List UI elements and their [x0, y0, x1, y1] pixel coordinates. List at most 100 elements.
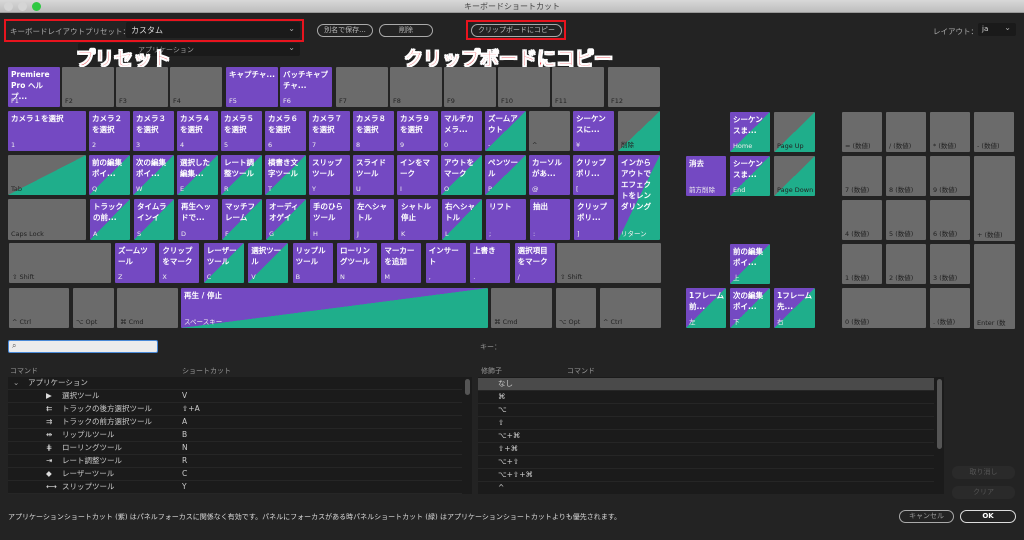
key-⌥-opt[interactable]: ⌥ Opt: [73, 288, 114, 328]
key-f10[interactable]: F10: [498, 67, 550, 107]
key-⌘-cmd[interactable]: ⌘ Cmd: [491, 288, 552, 328]
key-:[interactable]: 抽出:: [530, 199, 570, 240]
key-f6[interactable]: バッチキャプチャ... F6: [280, 67, 332, 107]
key-f4[interactable]: F4: [170, 67, 222, 107]
key-f1[interactable]: Premiere Pro ヘルプ... F1: [8, 67, 60, 107]
key-9-(数値)[interactable]: 9 (数値): [930, 156, 970, 196]
key-i[interactable]: インをマーク I: [397, 155, 438, 195]
key-5-(数値)[interactable]: 5 (数値): [886, 200, 926, 240]
key---(数値)[interactable]: - (数値): [974, 112, 1014, 152]
key-左[interactable]: 1フレーム前... 左: [686, 288, 726, 328]
key-2-(数値)[interactable]: 2 (数値): [886, 244, 926, 284]
key-6[interactable]: カメラ６を選択 6: [265, 111, 306, 151]
scrollbar[interactable]: [937, 379, 942, 449]
group-row-application[interactable]: ⌄ アプリケーション: [8, 377, 462, 390]
key-caps-lock[interactable]: Caps Lock: [8, 199, 86, 240]
key-n[interactable]: ローリングツール N: [337, 243, 377, 283]
key-3[interactable]: カメラ３を選択 3: [133, 111, 174, 151]
command-row[interactable]: ⇇ トラックの後方選択ツール ⇧+A: [8, 403, 462, 416]
key-/[interactable]: 選択項目をマーク /: [514, 243, 555, 283]
key-/-(数値)[interactable]: / (数値): [886, 112, 926, 152]
key-削除[interactable]: 削除: [618, 111, 660, 151]
key-page-down[interactable]: Page Down: [774, 156, 815, 196]
key-f5[interactable]: キャプチャ... F5: [226, 67, 278, 107]
key-.-(数値)[interactable]: . (数値): [930, 288, 970, 328]
copy-to-clipboard-button[interactable]: クリップボードにコピー: [471, 24, 562, 37]
key-f8[interactable]: F8: [390, 67, 442, 107]
key-r[interactable]: レート調整ツール R: [221, 155, 262, 195]
key-y[interactable]: スリップツール Y: [309, 155, 350, 195]
key-m[interactable]: マーカーを追加 M: [381, 243, 422, 283]
key-7[interactable]: カメラ７を選択 7: [309, 111, 350, 151]
command-row[interactable]: ⟷ スリップツール Y: [8, 481, 462, 494]
preset-dropdown[interactable]: カスタム ⌄: [126, 22, 300, 38]
key-q[interactable]: 前の編集ポイ... Q: [89, 155, 130, 195]
key-c[interactable]: レーザーツール C: [203, 243, 244, 283]
key-tab[interactable]: Tab: [8, 155, 86, 195]
key-p[interactable]: ペンツール P: [485, 155, 526, 195]
command-row[interactable]: ◆ レーザーツール C: [8, 468, 462, 481]
key-end[interactable]: シーケンスま... End: [730, 156, 770, 196]
cancel-button[interactable]: キャンセル: [899, 510, 954, 523]
command-row[interactable]: ⇥ レート調整ツール R: [8, 455, 462, 468]
key-e[interactable]: 選択した編集... E: [177, 155, 218, 195]
key-f3[interactable]: F3: [116, 67, 168, 107]
key-1[interactable]: カメラ１を選択 1: [8, 111, 86, 151]
key-スペースキー[interactable]: 再生 / 停止 スペースキー: [181, 288, 488, 328]
key-l[interactable]: 右へシャトル L: [442, 199, 482, 240]
key-f2[interactable]: F2: [62, 67, 114, 107]
command-row[interactable]: ⇉ トラックの前方選択ツール A: [8, 416, 462, 429]
key-a[interactable]: トラックの前... A: [90, 199, 130, 240]
key-@[interactable]: カーソルがあ... @: [529, 155, 570, 195]
key-5[interactable]: カメラ５を選択 5: [221, 111, 262, 151]
key-0[interactable]: マルチカメラ... 0: [441, 111, 482, 151]
modifier-row[interactable]: ⌥+⇧: [478, 456, 934, 469]
key-下[interactable]: 次の編集ポイ... 下: [730, 288, 770, 328]
ok-button[interactable]: OK: [960, 510, 1016, 523]
key-;[interactable]: リフト;: [486, 199, 526, 240]
key-u[interactable]: スライドツール U: [353, 155, 394, 195]
modifier-row[interactable]: ⌥+⌘: [478, 430, 934, 443]
key-f12[interactable]: F12: [608, 67, 660, 107]
modifier-row[interactable]: ⇧+⌘: [478, 443, 934, 456]
key-f9[interactable]: F9: [444, 67, 496, 107]
key-k[interactable]: シャトル停止 K: [398, 199, 438, 240]
save-as-button[interactable]: 別名で保存...: [317, 24, 373, 37]
key-9[interactable]: カメラ９を選択 9: [397, 111, 438, 151]
key-w[interactable]: 次の編集ポイ... W: [133, 155, 174, 195]
key-g[interactable]: オーディオゲイン... G: [266, 199, 306, 240]
modifier-row[interactable]: ⌥+⇧+⌘: [478, 469, 934, 482]
key-⌘-cmd[interactable]: ⌘ Cmd: [117, 288, 178, 328]
modifier-row[interactable]: なし: [478, 378, 934, 391]
key-右[interactable]: 1フレーム先... 右: [774, 288, 815, 328]
command-row[interactable]: ▶ 選択ツール V: [8, 390, 462, 403]
key-⌥-opt[interactable]: ⌥ Opt: [556, 288, 596, 328]
key-¥[interactable]: シーケンスに... ¥: [573, 111, 614, 151]
key--[interactable]: ズームアウト -: [485, 111, 526, 151]
key-リターン[interactable]: インからアウトでエフェクトをレンダリング リターン: [618, 155, 660, 240]
key-[[interactable]: クリップポリ... [: [573, 155, 614, 195]
key-b[interactable]: リップルツール B: [292, 243, 333, 283]
modifier-row[interactable]: ⇧: [478, 417, 934, 430]
key-.[interactable]: 上書き.: [470, 243, 511, 283]
scrollbar[interactable]: [465, 379, 470, 395]
key-d[interactable]: 再生ヘッドで... D: [178, 199, 218, 240]
modifier-row[interactable]: ⌥: [478, 404, 934, 417]
layout-dropdown[interactable]: ja ⌄: [978, 23, 1016, 36]
delete-preset-button[interactable]: 削除: [379, 24, 433, 37]
key-^-ctrl[interactable]: ^ Ctrl: [600, 288, 661, 328]
key-前方削除[interactable]: 消去 前方削除: [686, 156, 726, 196]
modifier-row[interactable]: ⌘: [478, 391, 934, 404]
key-⇧-shift[interactable]: ⇧ Shift: [557, 243, 661, 283]
key-4[interactable]: カメラ４を選択 4: [177, 111, 218, 151]
key-^[interactable]: ^: [529, 111, 570, 151]
key-+-(数値)[interactable]: + (数値): [974, 156, 1015, 241]
key-,[interactable]: インサート,: [425, 243, 466, 283]
key-v[interactable]: 選択ツール V: [248, 243, 289, 283]
key-t[interactable]: 横書き文字ツール T: [265, 155, 306, 195]
command-row[interactable]: ⇹ リップルツール B: [8, 429, 462, 442]
key-^-ctrl[interactable]: ^ Ctrl: [9, 288, 69, 328]
undo-button[interactable]: 取り消し: [952, 466, 1015, 479]
key-1-(数値)[interactable]: 1 (数値): [842, 244, 882, 284]
key-4-(数値)[interactable]: 4 (数値): [842, 200, 882, 240]
